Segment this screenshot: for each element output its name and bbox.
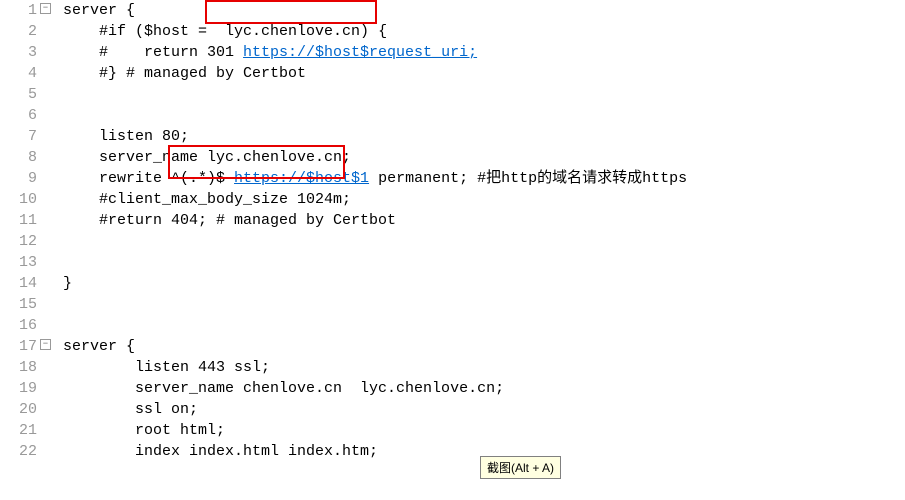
code-text: permanent; #把http的域名请求转成https: [369, 170, 687, 187]
code-line[interactable]: [63, 231, 905, 252]
code-line[interactable]: listen 80;: [63, 126, 905, 147]
line-number: 16: [0, 315, 37, 336]
code-line[interactable]: [63, 294, 905, 315]
line-number: 4: [0, 63, 37, 84]
code-line[interactable]: # return 301 https://$host$request_uri;: [63, 42, 905, 63]
line-number: 20: [0, 399, 37, 420]
line-number: 15: [0, 294, 37, 315]
line-number: 11: [0, 210, 37, 231]
code-line[interactable]: #client_max_body_size 1024m;: [63, 189, 905, 210]
line-number: 19: [0, 378, 37, 399]
line-number: 9: [0, 168, 37, 189]
line-number: 8: [0, 147, 37, 168]
code-line[interactable]: #return 404; # managed by Certbot: [63, 210, 905, 231]
line-number: 10: [0, 189, 37, 210]
line-number: 7: [0, 126, 37, 147]
code-text: rewrite ^(.*)$: [63, 170, 234, 187]
code-line[interactable]: rewrite ^(.*)$ https://$host$1 permanent…: [63, 168, 905, 189]
code-text: {: [369, 23, 387, 40]
code-line[interactable]: [63, 105, 905, 126]
code-line[interactable]: [63, 315, 905, 336]
code-text: lyc.chenlove.cn;: [198, 149, 351, 166]
line-number: 14: [0, 273, 37, 294]
fold-marker-icon[interactable]: −: [40, 3, 51, 14]
code-line[interactable]: [63, 84, 905, 105]
line-number: 18: [0, 357, 37, 378]
code-text: # return 301: [63, 44, 243, 61]
code-line[interactable]: #} # managed by Certbot: [63, 63, 905, 84]
line-number: 22: [0, 441, 37, 462]
code-link[interactable]: https://$host$request_uri;: [243, 44, 477, 61]
line-number: 21: [0, 420, 37, 441]
code-line[interactable]: server {: [63, 0, 905, 21]
line-number: 13: [0, 252, 37, 273]
line-number: 5: [0, 84, 37, 105]
line-number: 1−: [0, 0, 37, 21]
code-line[interactable]: server_name chenlove.cn lyc.chenlove.cn;: [63, 378, 905, 399]
code-line[interactable]: ssl on;: [63, 399, 905, 420]
code-line[interactable]: root html;: [63, 420, 905, 441]
code-link[interactable]: https://$host$1: [234, 170, 369, 187]
code-line[interactable]: server {: [63, 336, 905, 357]
code-line[interactable]: listen 443 ssl;: [63, 357, 905, 378]
line-number: 6: [0, 105, 37, 126]
code-text: lyc.chenlove.cn): [216, 23, 369, 40]
fold-marker-icon[interactable]: −: [40, 339, 51, 350]
code-text: server_name: [63, 149, 198, 166]
line-number: 2: [0, 21, 37, 42]
code-editor: 1−234567891011121314151617−1819202122 se…: [0, 0, 905, 500]
code-area[interactable]: server { #if ($host = lyc.chenlove.cn) {…: [45, 0, 905, 500]
line-number: 12: [0, 231, 37, 252]
code-line[interactable]: #if ($host = lyc.chenlove.cn) {: [63, 21, 905, 42]
screenshot-tooltip: 截图(Alt + A): [480, 456, 561, 479]
code-text: #if ($host =: [63, 23, 216, 40]
line-number: 17−: [0, 336, 37, 357]
code-line[interactable]: server_name lyc.chenlove.cn;: [63, 147, 905, 168]
code-line[interactable]: [63, 252, 905, 273]
line-number: 3: [0, 42, 37, 63]
code-line[interactable]: }: [63, 273, 905, 294]
line-number-gutter: 1−234567891011121314151617−1819202122: [0, 0, 45, 500]
